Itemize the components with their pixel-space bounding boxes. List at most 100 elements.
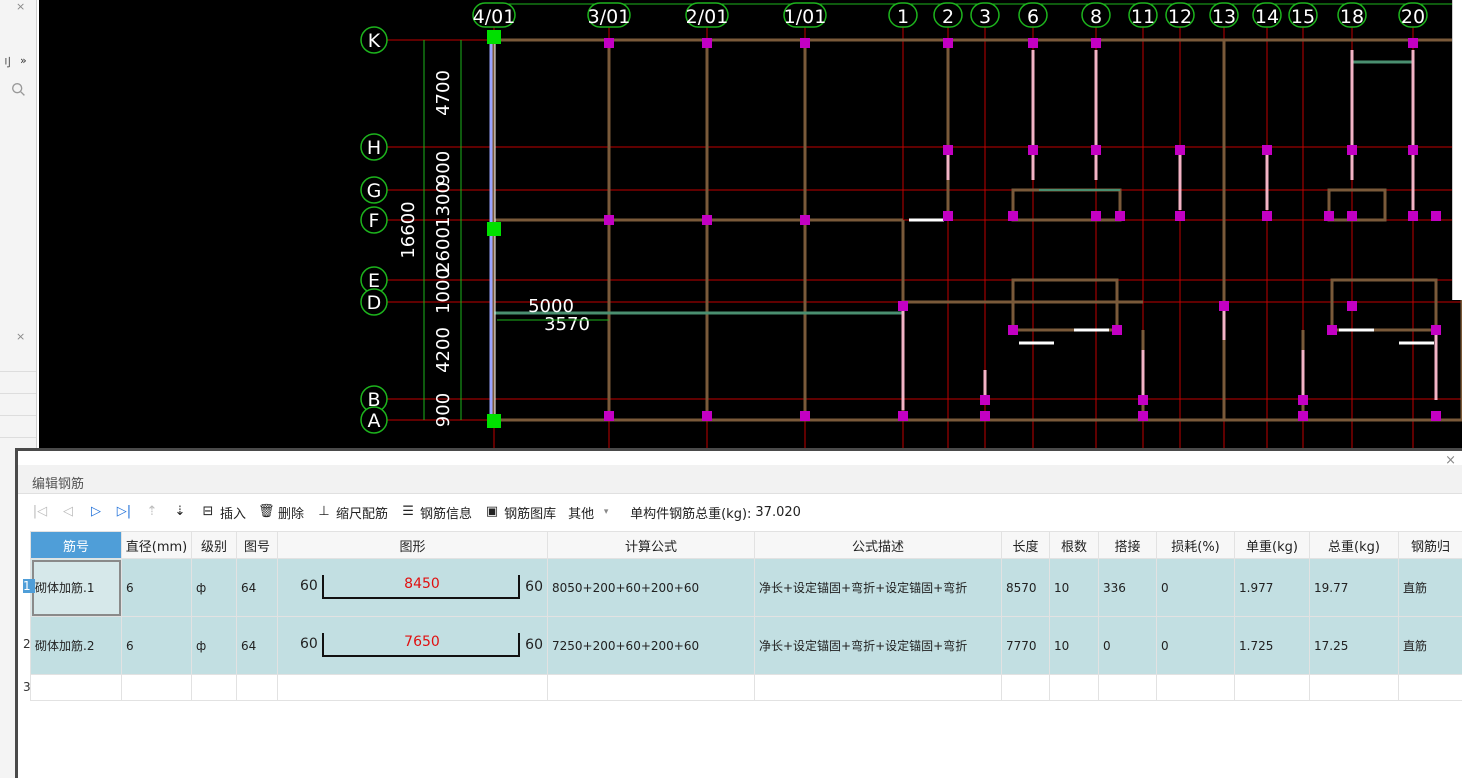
column-node <box>1175 211 1185 221</box>
close-icon[interactable]: × <box>16 0 25 13</box>
column-node <box>1112 325 1122 335</box>
unit-weight-cell[interactable]: 1.977 <box>1234 558 1310 617</box>
column-node <box>1298 411 1308 421</box>
rebar-type-cell[interactable]: 直筋 <box>1398 558 1462 617</box>
insert-icon: ⊟ <box>202 504 214 519</box>
empty-cell[interactable] <box>236 674 278 701</box>
empty-cell[interactable] <box>1098 674 1157 701</box>
empty-cell[interactable] <box>1398 674 1462 701</box>
col-header[interactable]: 筋号 <box>30 531 122 559</box>
empty-cell[interactable] <box>191 674 237 701</box>
formula-desc-cell[interactable]: 净长+设定锚固+弯折+设定锚固+弯折 <box>754 616 1002 675</box>
column-node <box>943 211 953 221</box>
col-header[interactable]: 钢筋归 <box>1398 531 1462 559</box>
formula-cell[interactable]: 7250+200+60+200+60 <box>547 616 755 675</box>
expand-arrow-icon[interactable]: » <box>20 54 27 67</box>
count-cell[interactable]: 10 <box>1049 558 1099 617</box>
length-cell[interactable]: 8570 <box>1001 558 1050 617</box>
count-cell[interactable]: 10 <box>1049 616 1099 675</box>
empty-cell[interactable] <box>1234 674 1310 701</box>
formula-desc-cell[interactable]: 净长+设定锚固+弯折+设定锚固+弯折 <box>754 558 1002 617</box>
insert-button[interactable]: ⊟ 插入 <box>196 500 250 524</box>
empty-cell[interactable] <box>547 674 755 701</box>
first-record-button[interactable]: |◁ <box>28 500 52 524</box>
move-down-button[interactable]: ⇣ <box>168 500 192 524</box>
rebar-name-cell[interactable]: 1 砌体加筋.1 <box>23 558 122 617</box>
rebar-name-cell[interactable]: 2 砌体加筋.2 <box>23 616 122 675</box>
unit-weight-cell[interactable]: 1.725 <box>1234 616 1310 675</box>
diameter-cell[interactable]: 6 <box>121 616 192 675</box>
col-header[interactable]: 损耗(%) <box>1156 531 1235 559</box>
col-header[interactable]: 图形 <box>277 531 548 559</box>
shape-length[interactable]: 7650 <box>324 634 520 650</box>
empty-cell[interactable] <box>754 674 1002 701</box>
rebar-type-cell[interactable]: 直筋 <box>1398 616 1462 675</box>
axis-label-top: 12 <box>1168 6 1192 28</box>
length-cell[interactable]: 7770 <box>1001 616 1050 675</box>
next-record-button[interactable]: ▷ <box>84 500 108 524</box>
table-row[interactable]: 2 砌体加筋.2 6 ф 64 60 7650 60 7250+200+60+20… <box>23 616 1462 675</box>
shape-cell[interactable]: 60 7650 60 <box>277 616 548 675</box>
col-header[interactable]: 搭接 <box>1098 531 1157 559</box>
col-header[interactable]: 计算公式 <box>547 531 755 559</box>
col-header[interactable]: 公式描述 <box>754 531 1002 559</box>
move-up-button[interactable]: ⇡ <box>140 500 164 524</box>
formula-cell[interactable]: 8050+200+60+200+60 <box>547 558 755 617</box>
column-node <box>604 411 614 421</box>
col-header[interactable]: 直径(mm) <box>121 531 192 559</box>
empty-cell[interactable]: 3 <box>23 674 122 701</box>
total-weight-cell[interactable]: 19.77 <box>1309 558 1399 617</box>
overall-dimension-text: 16600 <box>398 201 419 258</box>
empty-cell[interactable] <box>1156 674 1235 701</box>
column-node <box>604 38 614 48</box>
prev-record-button[interactable]: ◁ <box>56 500 80 524</box>
col-header[interactable]: 图号 <box>236 531 278 559</box>
scale-rebar-button[interactable]: ⊥ 缩尺配筋 <box>312 500 392 524</box>
rebar-library-button[interactable]: ▣ 钢筋图库 <box>480 500 560 524</box>
figure-no-cell[interactable]: 64 <box>236 616 278 675</box>
arrow-down-icon: ⇣ <box>174 504 186 519</box>
column-node <box>898 301 908 311</box>
dimension-text: 900 <box>433 151 454 185</box>
diameter-cell[interactable]: 6 <box>121 558 192 617</box>
table-row-empty[interactable]: 3 <box>23 674 1462 701</box>
column-node <box>1408 211 1418 221</box>
empty-cell[interactable] <box>1001 674 1050 701</box>
table-header-row: 筋号 直径(mm) 级别 图号 图形 计算公式 公式描述 长度 根数 搭接 损耗… <box>30 531 1462 559</box>
loss-cell[interactable]: 0 <box>1156 616 1235 675</box>
lap-cell[interactable]: 0 <box>1098 616 1157 675</box>
col-header[interactable]: 级别 <box>191 531 237 559</box>
figure-no-cell[interactable]: 64 <box>236 558 278 617</box>
other-dropdown[interactable]: 其他 ▾ <box>564 500 618 524</box>
column-node <box>1324 211 1334 221</box>
rebar-editor-panel: × 编辑钢筋 |◁ ◁ ▷ ▷| ⇡ ⇣ ⊟ 插入 🗑 删除 ⊥ 缩尺配筋 ☰ 钢筋信息… <box>15 448 1462 778</box>
col-header[interactable]: 长度 <box>1001 531 1050 559</box>
empty-cell[interactable] <box>277 674 548 701</box>
axis-label-top: 13 <box>1212 6 1236 28</box>
last-record-button[interactable]: ▷| <box>112 500 136 524</box>
empty-cell[interactable] <box>1049 674 1099 701</box>
column-node <box>1008 211 1018 221</box>
loss-cell[interactable]: 0 <box>1156 558 1235 617</box>
total-weight-cell[interactable]: 17.25 <box>1309 616 1399 675</box>
rebar-info-button[interactable]: ☰ 钢筋信息 <box>396 500 476 524</box>
col-header[interactable]: 单重(kg) <box>1234 531 1310 559</box>
col-header[interactable]: 根数 <box>1049 531 1099 559</box>
delete-button[interactable]: 🗑 删除 <box>254 500 308 524</box>
lap-cell[interactable]: 336 <box>1098 558 1157 617</box>
empty-cell[interactable] <box>1309 674 1399 701</box>
cad-canvas[interactable]: 4/01 3/01 2/01 1/01 1 2 3 6 8 11 12 13 14 15 18 20 K H G F E… <box>39 0 1462 448</box>
axis-label-left: G <box>367 180 382 202</box>
table-row[interactable]: 1 砌体加筋.1 6 ф 64 60 8450 60 8050+200+60+20… <box>23 558 1462 617</box>
floor-plan-drawing[interactable]: 4/01 3/01 2/01 1/01 1 2 3 6 8 11 12 13 14 15 18 20KHGFE… <box>39 0 1462 448</box>
col-header[interactable]: 总重(kg) <box>1309 531 1399 559</box>
search-icon[interactable] <box>8 81 30 99</box>
shape-length[interactable]: 8450 <box>324 576 520 592</box>
empty-cell[interactable] <box>121 674 192 701</box>
close-icon[interactable]: × <box>16 330 25 343</box>
column-node <box>1298 395 1308 405</box>
panel-tab[interactable]: 刂 <box>0 54 11 70</box>
grade-cell[interactable]: ф <box>191 616 237 675</box>
grade-cell[interactable]: ф <box>191 558 237 617</box>
shape-cell[interactable]: 60 8450 60 <box>277 558 548 617</box>
